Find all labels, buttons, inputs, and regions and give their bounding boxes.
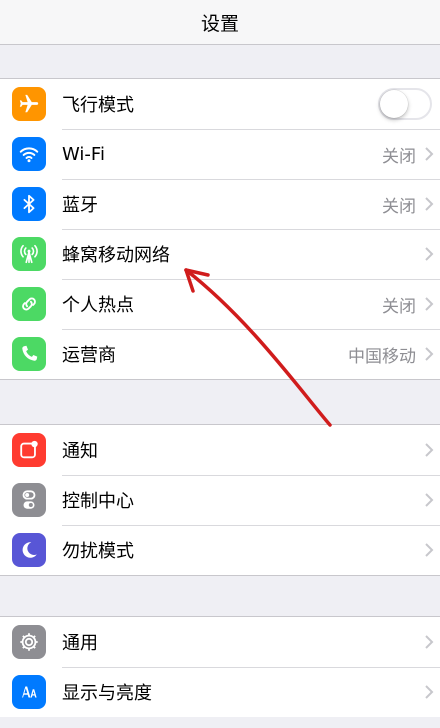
settings-row-label: 蓝牙 [62,195,98,216]
settings-row-label: 蜂窝移动网络 [62,245,170,266]
toggle-knob [380,90,408,118]
settings-row-control-center[interactable]: 控制中心 [0,475,440,525]
settings-row-personal-hotspot[interactable]: 个人热点 关闭 [0,279,440,329]
wifi-icon [12,137,46,171]
moon-icon [12,533,46,567]
display-brightness-icon [12,675,46,709]
settings-row-label: 飞行模式 [62,95,134,116]
settings-row-general[interactable]: 通用 [0,617,440,667]
navigation-bar: 设置 [0,0,440,45]
settings-row-value: 中国移动 [348,346,416,367]
chevron-right-icon [424,146,434,162]
settings-row-carrier[interactable]: 运营商 中国移动 [0,329,440,379]
settings-row-bluetooth[interactable]: 蓝牙 关闭 [0,179,440,229]
settings-row-label: Wi-Fi [62,143,105,165]
notifications-icon [12,433,46,467]
settings-row-value: 关闭 [382,146,416,167]
settings-row-wifi[interactable]: Wi-Fi 关闭 [0,129,440,179]
control-center-icon [12,483,46,517]
chevron-right-icon [424,542,434,558]
page-title: 设置 [200,12,239,35]
chevron-right-icon [424,684,434,700]
settings-row-label: 运营商 [62,345,116,366]
chevron-right-icon [424,196,434,212]
settings-row-value: 关闭 [382,296,416,317]
chevron-right-icon [424,346,434,362]
bluetooth-icon [12,187,46,221]
airplane-mode-toggle[interactable] [378,88,432,120]
settings-row-value: 关闭 [382,196,416,217]
chevron-right-icon [424,442,434,458]
hotspot-icon [12,287,46,321]
settings-row-label: 个人热点 [62,295,134,316]
settings-row-label: 通知 [62,441,98,462]
chevron-right-icon [424,492,434,508]
settings-row-do-not-disturb[interactable]: 勿扰模式 [0,525,440,575]
settings-row-label: 控制中心 [62,491,134,512]
chevron-right-icon [424,634,434,650]
settings-row-display-brightness[interactable]: 显示与亮度 [0,667,440,717]
chevron-right-icon [424,296,434,312]
phone-icon [12,337,46,371]
settings-row-label: 勿扰模式 [62,541,134,562]
chevron-right-icon [424,246,434,262]
settings-group-general: 通用 显示与亮度 [0,616,440,717]
settings-row-label: 显示与亮度 [62,683,152,704]
settings-row-cellular[interactable]: 蜂窝移动网络 [0,229,440,279]
settings-row-label: 通用 [62,633,98,654]
gear-icon [12,625,46,659]
settings-row-notifications[interactable]: 通知 [0,425,440,475]
airplane-icon [12,87,46,121]
cellular-icon [12,237,46,271]
settings-group-notifications: 通知 控制中心 勿扰模式 [0,424,440,576]
settings-row-airplane-mode: 飞行模式 [0,79,440,129]
settings-group-connectivity: 飞行模式 Wi-Fi 关闭 蓝牙 关闭 蜂窝移动网络 个人热点 关闭 运营商 中… [0,78,440,380]
